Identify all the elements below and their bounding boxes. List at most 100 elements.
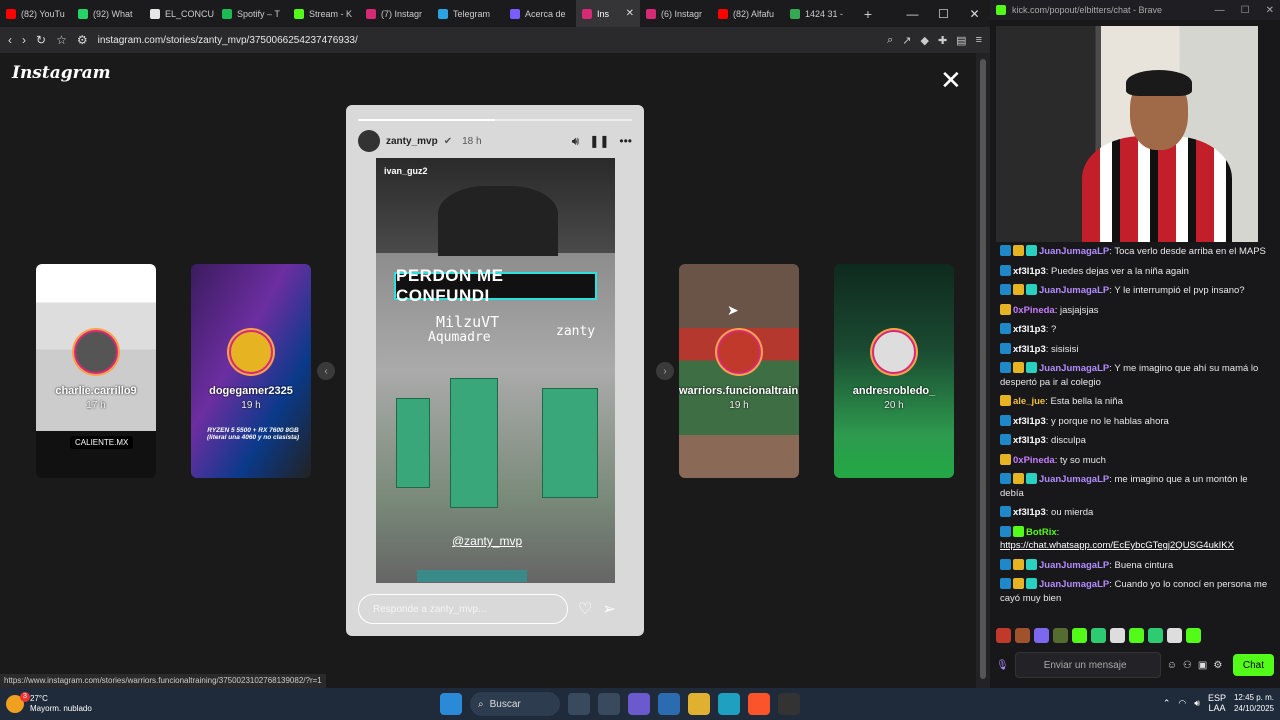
gold-badge-icon[interactable] [1013, 362, 1024, 373]
brave-shield-icon[interactable]: ◆ [920, 34, 928, 47]
page-scrollbar[interactable] [976, 53, 990, 688]
language-code[interactable]: ESP [1208, 693, 1226, 703]
browser-tab[interactable]: Stream - K [288, 0, 360, 27]
start-icon[interactable] [440, 693, 462, 715]
sidebar-icon[interactable]: ▤ [956, 34, 966, 47]
gold-badge-icon[interactable] [1000, 453, 1011, 465]
chat-username[interactable]: BotRix [1026, 527, 1057, 538]
browser-tab[interactable]: (92) What [72, 0, 144, 27]
browser-tab[interactable]: (82) YouTu [0, 0, 72, 27]
instagram-logo[interactable]: Instagram [12, 63, 111, 83]
clock[interactable]: 12:45 p. m. 24/10/2025 [1234, 692, 1274, 714]
chat-username[interactable]: JuanJumagaLP [1039, 579, 1109, 590]
maximize-icon[interactable]: ☐ [928, 7, 959, 21]
send-chat-button[interactable]: Chat [1232, 654, 1274, 676]
chat-username[interactable]: JuanJumagaLP [1039, 246, 1109, 257]
chat-username[interactable]: xf3l1p3 [1013, 344, 1046, 355]
new-tab-button[interactable]: + [856, 6, 880, 22]
emote-icon[interactable] [1015, 628, 1030, 643]
forward-icon[interactable]: › [22, 33, 26, 47]
tray-overflow-icon[interactable]: ⌃ [1163, 698, 1171, 709]
emote-icon[interactable] [1110, 628, 1125, 643]
maximize-icon[interactable]: ☐ [1241, 5, 1250, 16]
blue-badge-icon[interactable] [1000, 284, 1011, 295]
close-tab-icon[interactable]: ✕ [626, 8, 634, 19]
story-preview-warriors[interactable]: warriors.funcionaltraining 19 h [679, 264, 799, 478]
story-mention[interactable]: @zanty_mvp [452, 534, 522, 548]
browser-tab[interactable]: (82) Alfafu [712, 0, 784, 27]
chat-username[interactable]: JuanJumagaLP [1039, 285, 1109, 296]
emote-icon[interactable] [1186, 628, 1201, 643]
story-reply-input[interactable] [358, 594, 568, 624]
edge-icon[interactable] [718, 693, 740, 715]
gift-icon[interactable]: ▣ [1198, 660, 1207, 671]
volume-icon[interactable]: 🔊︎ [1194, 698, 1200, 709]
chat-username[interactable]: xf3l1p3 [1013, 324, 1046, 335]
emote-icon[interactable] [1034, 628, 1049, 643]
gold-badge-icon[interactable] [1013, 473, 1024, 484]
story-preview-dogegamer[interactable]: dogegamer2325 19 h RYZEN 5 5500 + RX 760… [191, 264, 311, 478]
browser-tab[interactable]: 1424 31 - [784, 0, 856, 27]
bookmark-icon[interactable]: ☆ [56, 33, 67, 47]
snipping-tool-icon[interactable] [598, 693, 620, 715]
chat-username[interactable]: xf3l1p3 [1013, 435, 1046, 446]
browser-tab[interactable]: EL_CONCU [144, 0, 216, 27]
green-badge-icon[interactable] [1013, 525, 1024, 537]
url-text[interactable]: instagram.com/stories/zanty_mvp/37500662… [98, 35, 358, 46]
blue-badge-icon[interactable] [1000, 525, 1011, 537]
copilot-icon[interactable] [628, 693, 650, 715]
share-icon[interactable]: ↗ [902, 34, 911, 47]
obs-icon[interactable] [778, 693, 800, 715]
task-view-icon[interactable] [568, 693, 590, 715]
browser-tab[interactable]: (7) Instagr [360, 0, 432, 27]
chat-username[interactable]: JuanJumagaLP [1039, 560, 1109, 571]
emote-icon[interactable] [1072, 628, 1087, 643]
chat-username[interactable]: xf3l1p3 [1013, 507, 1046, 518]
chat-username[interactable]: ale_jue [1013, 396, 1045, 407]
weather-widget[interactable]: 3 27°C Mayorm. nublado [6, 692, 92, 714]
minimize-icon[interactable]: — [1215, 5, 1225, 16]
site-info-icon[interactable]: ⚙ [77, 33, 88, 47]
browser-tab[interactable]: Spotify – T [216, 0, 288, 27]
gold-badge-icon[interactable] [1013, 284, 1024, 295]
main-story[interactable]: zanty_mvp ✔ 18 h 🔊︎ ❚❚ ••• ivan_guz2 PER… [346, 105, 644, 636]
close-window-icon[interactable]: ✕ [1266, 5, 1274, 16]
chat-link[interactable]: https://chat.whatsapp.com/EcEybcGTegj2QU… [1000, 540, 1234, 551]
pause-icon[interactable]: ❚❚ [589, 134, 609, 149]
story-preview-charlie[interactable]: charlie.carrillo9 17 h CALIENTE.MX [36, 264, 156, 478]
browser-tab[interactable]: Telegram [432, 0, 504, 27]
blue-badge-icon[interactable] [1000, 264, 1011, 276]
blue-badge-icon[interactable] [1000, 342, 1011, 354]
users-icon[interactable]: ⚇ [1183, 660, 1192, 671]
menu-icon[interactable]: ≡ [976, 34, 982, 47]
avatar[interactable] [358, 130, 380, 152]
chat-username[interactable]: JuanJumagaLP [1039, 363, 1109, 374]
brave-icon[interactable] [748, 693, 770, 715]
browser-tab[interactable]: (6) Instagr [640, 0, 712, 27]
emote-icon[interactable] [1148, 628, 1163, 643]
gold-badge-icon[interactable] [1013, 558, 1024, 570]
blue-badge-icon[interactable] [1000, 414, 1011, 426]
story-username[interactable]: zanty_mvp [386, 136, 438, 147]
blue-badge-icon[interactable] [1000, 245, 1011, 256]
wifi-icon[interactable]: ◠ [1178, 698, 1186, 709]
back-icon[interactable]: ‹ [8, 33, 12, 47]
close-stories-button[interactable]: ✕ [940, 67, 962, 93]
taskbar-search[interactable]: ⌕ Buscar [470, 692, 560, 716]
microphone-icon[interactable]: 🎙︎ [996, 660, 1009, 671]
gold-badge-icon[interactable] [1000, 395, 1011, 406]
chat-username[interactable]: xf3l1p3 [1013, 416, 1046, 427]
store-icon[interactable] [658, 693, 680, 715]
browser-tab[interactable]: Acerca de [504, 0, 576, 27]
gold-badge-icon[interactable] [1000, 303, 1011, 315]
file-explorer-icon[interactable] [688, 693, 710, 715]
teal-badge-icon[interactable] [1026, 284, 1037, 295]
emote-icon[interactable] [1167, 628, 1182, 643]
emote-icon[interactable] [996, 628, 1011, 643]
volume-icon[interactable]: 🔊︎ [572, 134, 580, 149]
emote-icon[interactable] [1129, 628, 1144, 643]
chat-username[interactable]: JuanJumagaLP [1039, 474, 1109, 485]
story-preview-andresrobledo[interactable]: andresrobledo_ 20 h [834, 264, 954, 478]
blue-badge-icon[interactable] [1000, 473, 1011, 484]
teal-badge-icon[interactable] [1026, 245, 1037, 256]
